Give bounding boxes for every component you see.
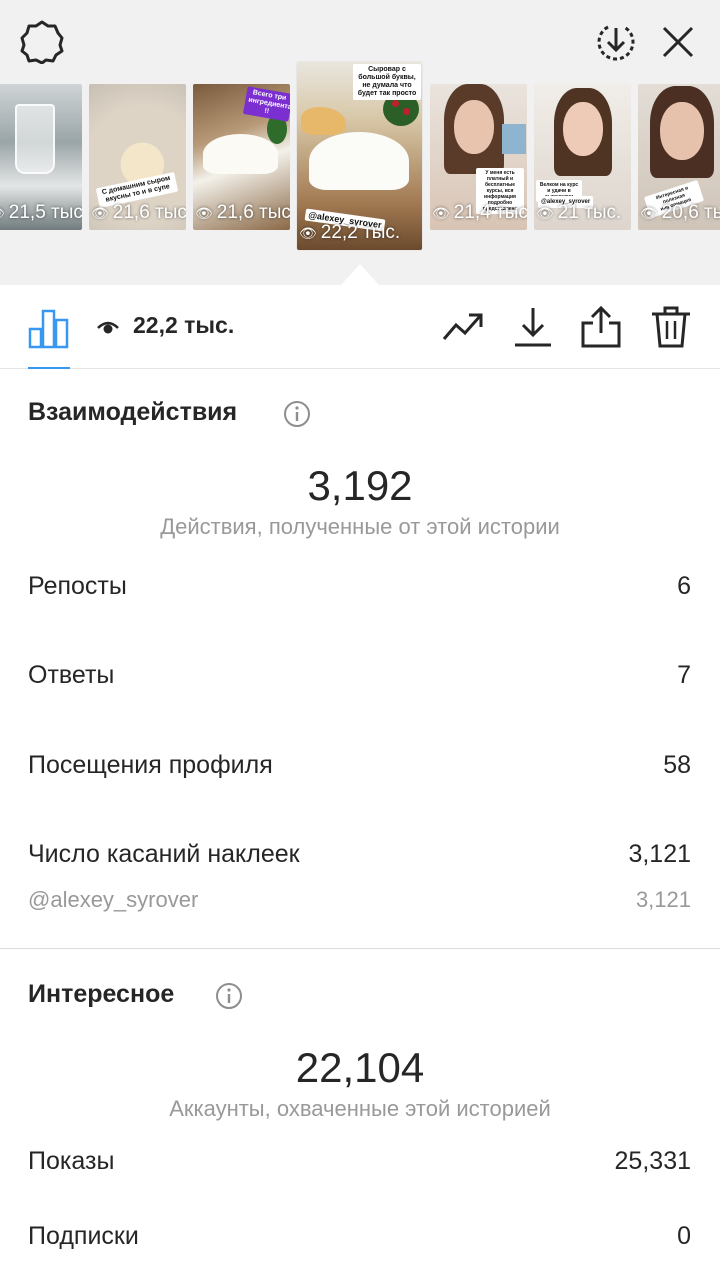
reposts-label: Репосты (28, 572, 127, 600)
replies-label: Ответы (28, 661, 115, 689)
download-icon (515, 308, 551, 347)
save-story-button[interactable] (592, 18, 640, 66)
sticker-taps-value: 3,121 (628, 840, 691, 868)
thumbnail-view-count: 👁 21,6 тыс. (195, 202, 290, 223)
delete-button[interactable] (649, 305, 693, 349)
eye-icon: 👁 (432, 204, 450, 221)
sticker-mention-label[interactable]: @alexey_syrover (28, 887, 198, 913)
story-thumbnail-strip[interactable]: 👁21,5 тыс. С домашним сыром вкусны то и … (0, 62, 720, 262)
selected-story-pointer (341, 264, 379, 285)
follows-label: Подписки (28, 1222, 139, 1250)
discovery-caption: Аккаунты, охваченные этой историей (169, 1096, 551, 1121)
eye-icon: 👁 (536, 204, 554, 221)
share-button[interactable] (579, 305, 623, 349)
story-carousel-panel: 👁21,5 тыс. С домашним сыром вкусны то и … (0, 0, 720, 285)
close-icon (662, 26, 694, 58)
follows-value: 0 (677, 1222, 691, 1250)
eye-icon: 👁 (195, 204, 213, 221)
eye-icon: 👁 (91, 204, 109, 221)
download-button[interactable] (511, 305, 555, 349)
eye-icon: 👁 (299, 224, 317, 241)
eye-icon: 👁 (640, 204, 658, 221)
impressions-value: 25,331 (614, 1147, 691, 1175)
profile-visits-label: Посещения профиля (28, 751, 273, 779)
thumbnail-caption: Сыровар с большой буквы, не думала что б… (353, 64, 421, 100)
discovery-total: 22,104 (295, 1044, 425, 1091)
story-thumbnail-selected[interactable]: Сыровар с большой буквы, не думала что б… (297, 62, 422, 250)
story-thumbnail[interactable]: Интересная и полезная информация 👁 20,6 т… (638, 84, 720, 230)
profile-visits-value: 58 (663, 751, 691, 779)
story-view-count: 22,2 тыс. (133, 312, 235, 338)
trash-icon (652, 306, 690, 348)
story-thumbnail[interactable]: У меня есть платный и бесплатные курсы, … (430, 84, 527, 230)
story-thumbnail[interactable]: Велком на курс и удачи в сыроделии @alex… (534, 84, 631, 230)
promote-button[interactable] (441, 305, 485, 349)
download-circle-icon (597, 25, 635, 61)
replies-value: 7 (677, 661, 691, 689)
eye-icon (97, 321, 119, 334)
gear-icon (20, 20, 64, 64)
active-tab-indicator (28, 367, 70, 369)
thumbnail-view-count: 👁 21,6 тыс. (91, 202, 186, 223)
info-icon[interactable] (283, 400, 311, 428)
thumbnail-view-count: 👁21,5 тыс. (0, 202, 82, 224)
share-icon (581, 305, 621, 348)
interactions-caption: Действия, полученные от этой истории (160, 514, 560, 539)
story-thumbnail[interactable]: С домашним сыром вкусны то и в супе 👁 21,… (89, 84, 186, 230)
settings-button[interactable] (18, 18, 66, 66)
interactions-total: 3,192 (307, 462, 413, 509)
bar-chart-icon (28, 309, 69, 349)
sticker-taps-label: Число касаний наклеек (28, 840, 300, 868)
close-button[interactable] (654, 18, 702, 66)
impressions-label: Показы (28, 1147, 115, 1175)
insights-toolbar: 22,2 тыс. (0, 285, 720, 369)
interactions-title: Взаимодействия (28, 398, 238, 426)
eye-icon: 👁 (0, 205, 5, 222)
info-icon[interactable] (215, 982, 243, 1010)
story-thumbnail[interactable]: 👁21,5 тыс. (0, 84, 82, 230)
thumbnail-view-count: 👁 22,2 тыс. (299, 222, 401, 243)
thumbnail-view-count: 👁20,6 тыс. (640, 202, 720, 223)
tab-insights[interactable] (28, 307, 70, 369)
thumbnail-view-count: 👁 21 тыс. (536, 202, 622, 223)
thumbnail-view-count: 👁 21,4 тыс. (432, 202, 527, 223)
trending-up-icon (442, 313, 483, 340)
discovery-title: Интересное (28, 980, 175, 1008)
reposts-value: 6 (677, 572, 691, 600)
section-divider (0, 948, 720, 949)
sticker-mention-value: 3,121 (635, 887, 691, 912)
story-thumbnail[interactable]: Всего три ингредиента !! 👁 21,6 тыс. (193, 84, 290, 230)
